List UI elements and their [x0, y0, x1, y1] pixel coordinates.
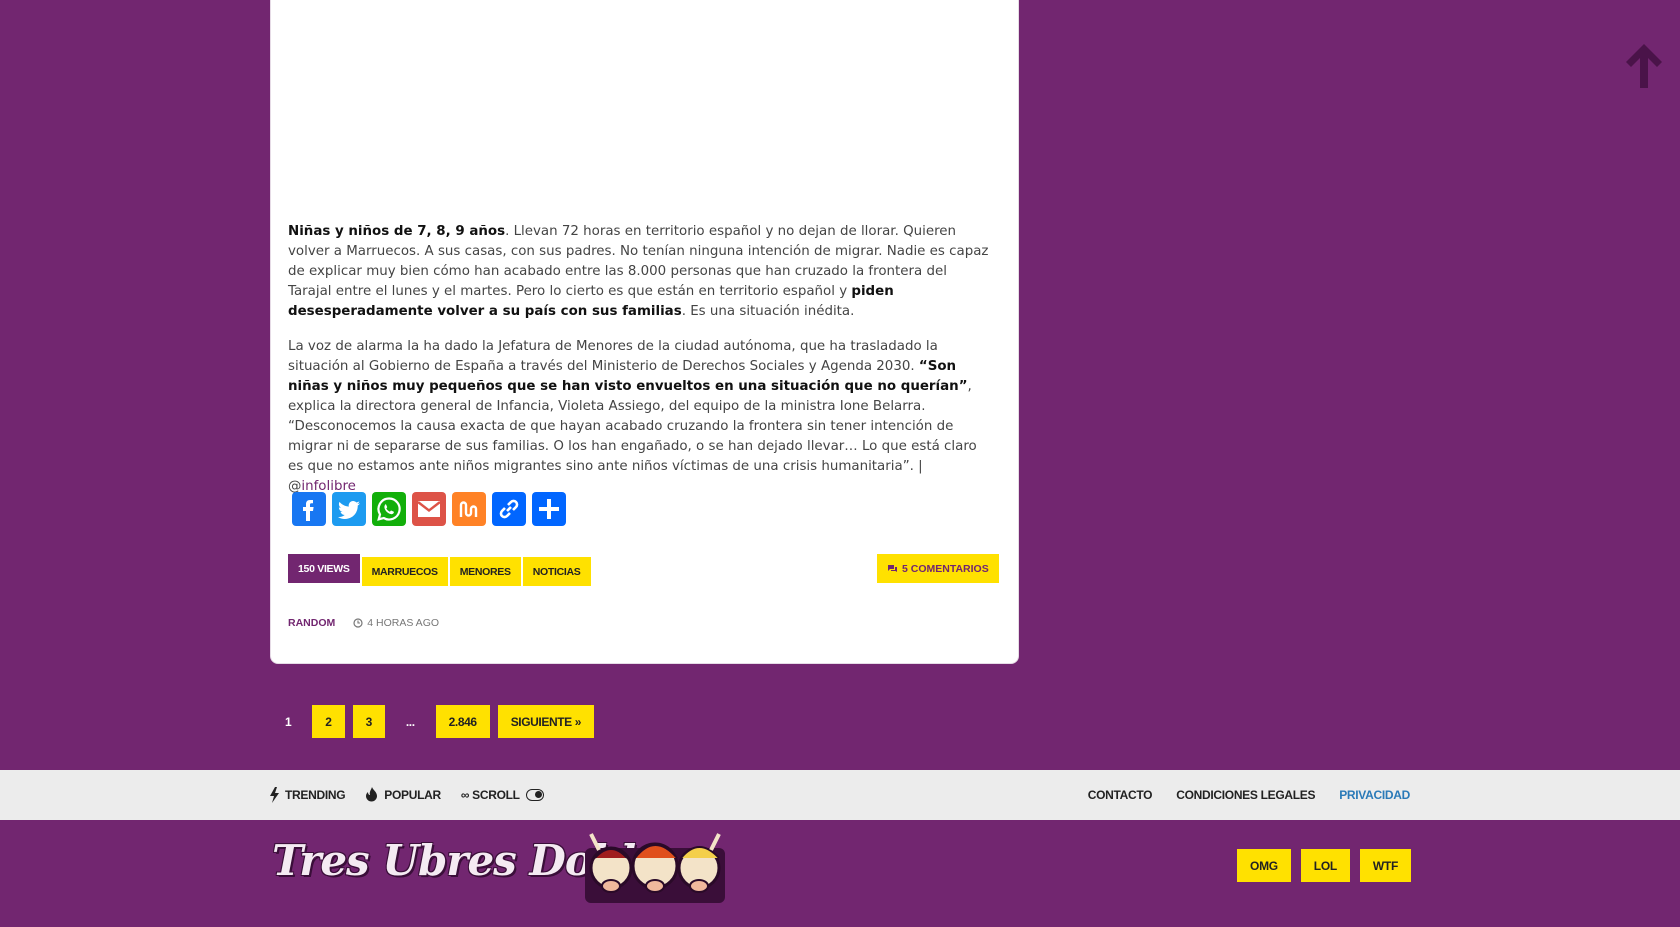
infinite-scroll-toggle[interactable]: ∞ SCROLL: [461, 788, 544, 802]
whatsapp-share-button[interactable]: [372, 492, 406, 526]
facebook-icon: [303, 500, 314, 521]
flame-icon: [366, 787, 378, 802]
paragraph-text: . Es una situación inédita.: [681, 304, 855, 319]
gmail-icon: [417, 501, 441, 517]
page-2-link[interactable]: 2: [312, 705, 345, 738]
wtf-button[interactable]: WTF: [1359, 849, 1411, 882]
bolt-icon: [270, 787, 279, 803]
post-meta: RANDOM 4 HORAS AGO: [288, 617, 439, 629]
copy-link-button[interactable]: [492, 492, 526, 526]
post-tags: 150 VIEWS MARRUECOS MENORES NOTICIAS: [288, 554, 591, 586]
contacto-link[interactable]: CONTACTO: [1088, 788, 1153, 802]
bold-text: Niñas y niños de 7, 8, 9 años: [288, 224, 506, 239]
popular-label: POPULAR: [384, 788, 441, 802]
paragraph-text: , explica la directora general de Infanc…: [288, 379, 977, 494]
toggle-switch-icon[interactable]: [525, 789, 544, 801]
pagination: 1 2 3 ... 2.846 SIGUIENTE »: [272, 705, 594, 738]
cow-mascots-icon: [585, 833, 725, 903]
nav-right: CONTACTO CONDICIONES LEGALES PRIVACIDAD: [1088, 770, 1411, 820]
share-buttons: [292, 492, 566, 526]
trending-label: TRENDING: [285, 788, 346, 802]
page-last-link[interactable]: 2.846: [435, 705, 490, 738]
privacidad-link[interactable]: PRIVACIDAD: [1339, 788, 1410, 802]
article-paragraph-2: La voz de alarma la ha dado la Jefatura …: [288, 337, 994, 497]
tag-menores[interactable]: MENORES: [449, 557, 521, 586]
link-icon: [499, 499, 519, 519]
footer: [0, 820, 1680, 927]
clock-icon: [353, 618, 363, 628]
twitter-icon: [338, 501, 360, 520]
reaction-buttons: OMG LOL WTF: [1237, 849, 1411, 882]
page-dots: ...: [392, 705, 428, 738]
time-text: 4 HORAS AGO: [367, 617, 440, 629]
nav-left: TRENDING POPULAR ∞ SCROLL: [270, 770, 544, 820]
gmail-share-button[interactable]: [412, 492, 446, 526]
popular-link[interactable]: POPULAR: [365, 787, 441, 803]
scroll-to-top-arrow-icon[interactable]: [1626, 44, 1662, 88]
share-icon: [539, 499, 559, 519]
scroll-label: ∞ SCROLL: [460, 788, 520, 802]
omg-button[interactable]: OMG: [1237, 849, 1291, 882]
tag-noticias[interactable]: NOTICIAS: [522, 557, 591, 586]
whatsapp-icon: [377, 497, 401, 521]
trending-link[interactable]: TRENDING: [270, 787, 346, 803]
lol-button[interactable]: LOL: [1300, 849, 1350, 882]
share-more-button[interactable]: [532, 492, 566, 526]
article-body: Niñas y niños de 7, 8, 9 años. Llevan 72…: [288, 222, 994, 512]
views-badge: 150 VIEWS: [288, 554, 360, 583]
comments-icon: [888, 564, 897, 572]
tag-marruecos[interactable]: MARRUECOS: [361, 557, 448, 586]
mix-icon: [459, 501, 478, 517]
paragraph-text: La voz de alarma la ha dado la Jefatura …: [288, 339, 938, 374]
bottom-navbar: TRENDING POPULAR ∞ SCROLL CONTACTO CONDI…: [0, 770, 1680, 820]
mix-share-button[interactable]: [452, 492, 486, 526]
next-page-link[interactable]: SIGUIENTE »: [497, 705, 594, 738]
comments-count: 5 COMENTARIOS: [902, 562, 989, 575]
comments-button[interactable]: 5 COMENTARIOS: [877, 554, 999, 583]
twitter-share-button[interactable]: [332, 492, 366, 526]
page-3-link[interactable]: 3: [352, 705, 385, 738]
facebook-share-button[interactable]: [292, 492, 326, 526]
page-current: 1: [272, 705, 305, 738]
article-paragraph-1: Niñas y niños de 7, 8, 9 años. Llevan 72…: [288, 222, 994, 322]
post-time: 4 HORAS AGO: [353, 617, 439, 629]
condiciones-legales-link[interactable]: CONDICIONES LEGALES: [1176, 788, 1315, 802]
category-link[interactable]: RANDOM: [288, 617, 335, 629]
